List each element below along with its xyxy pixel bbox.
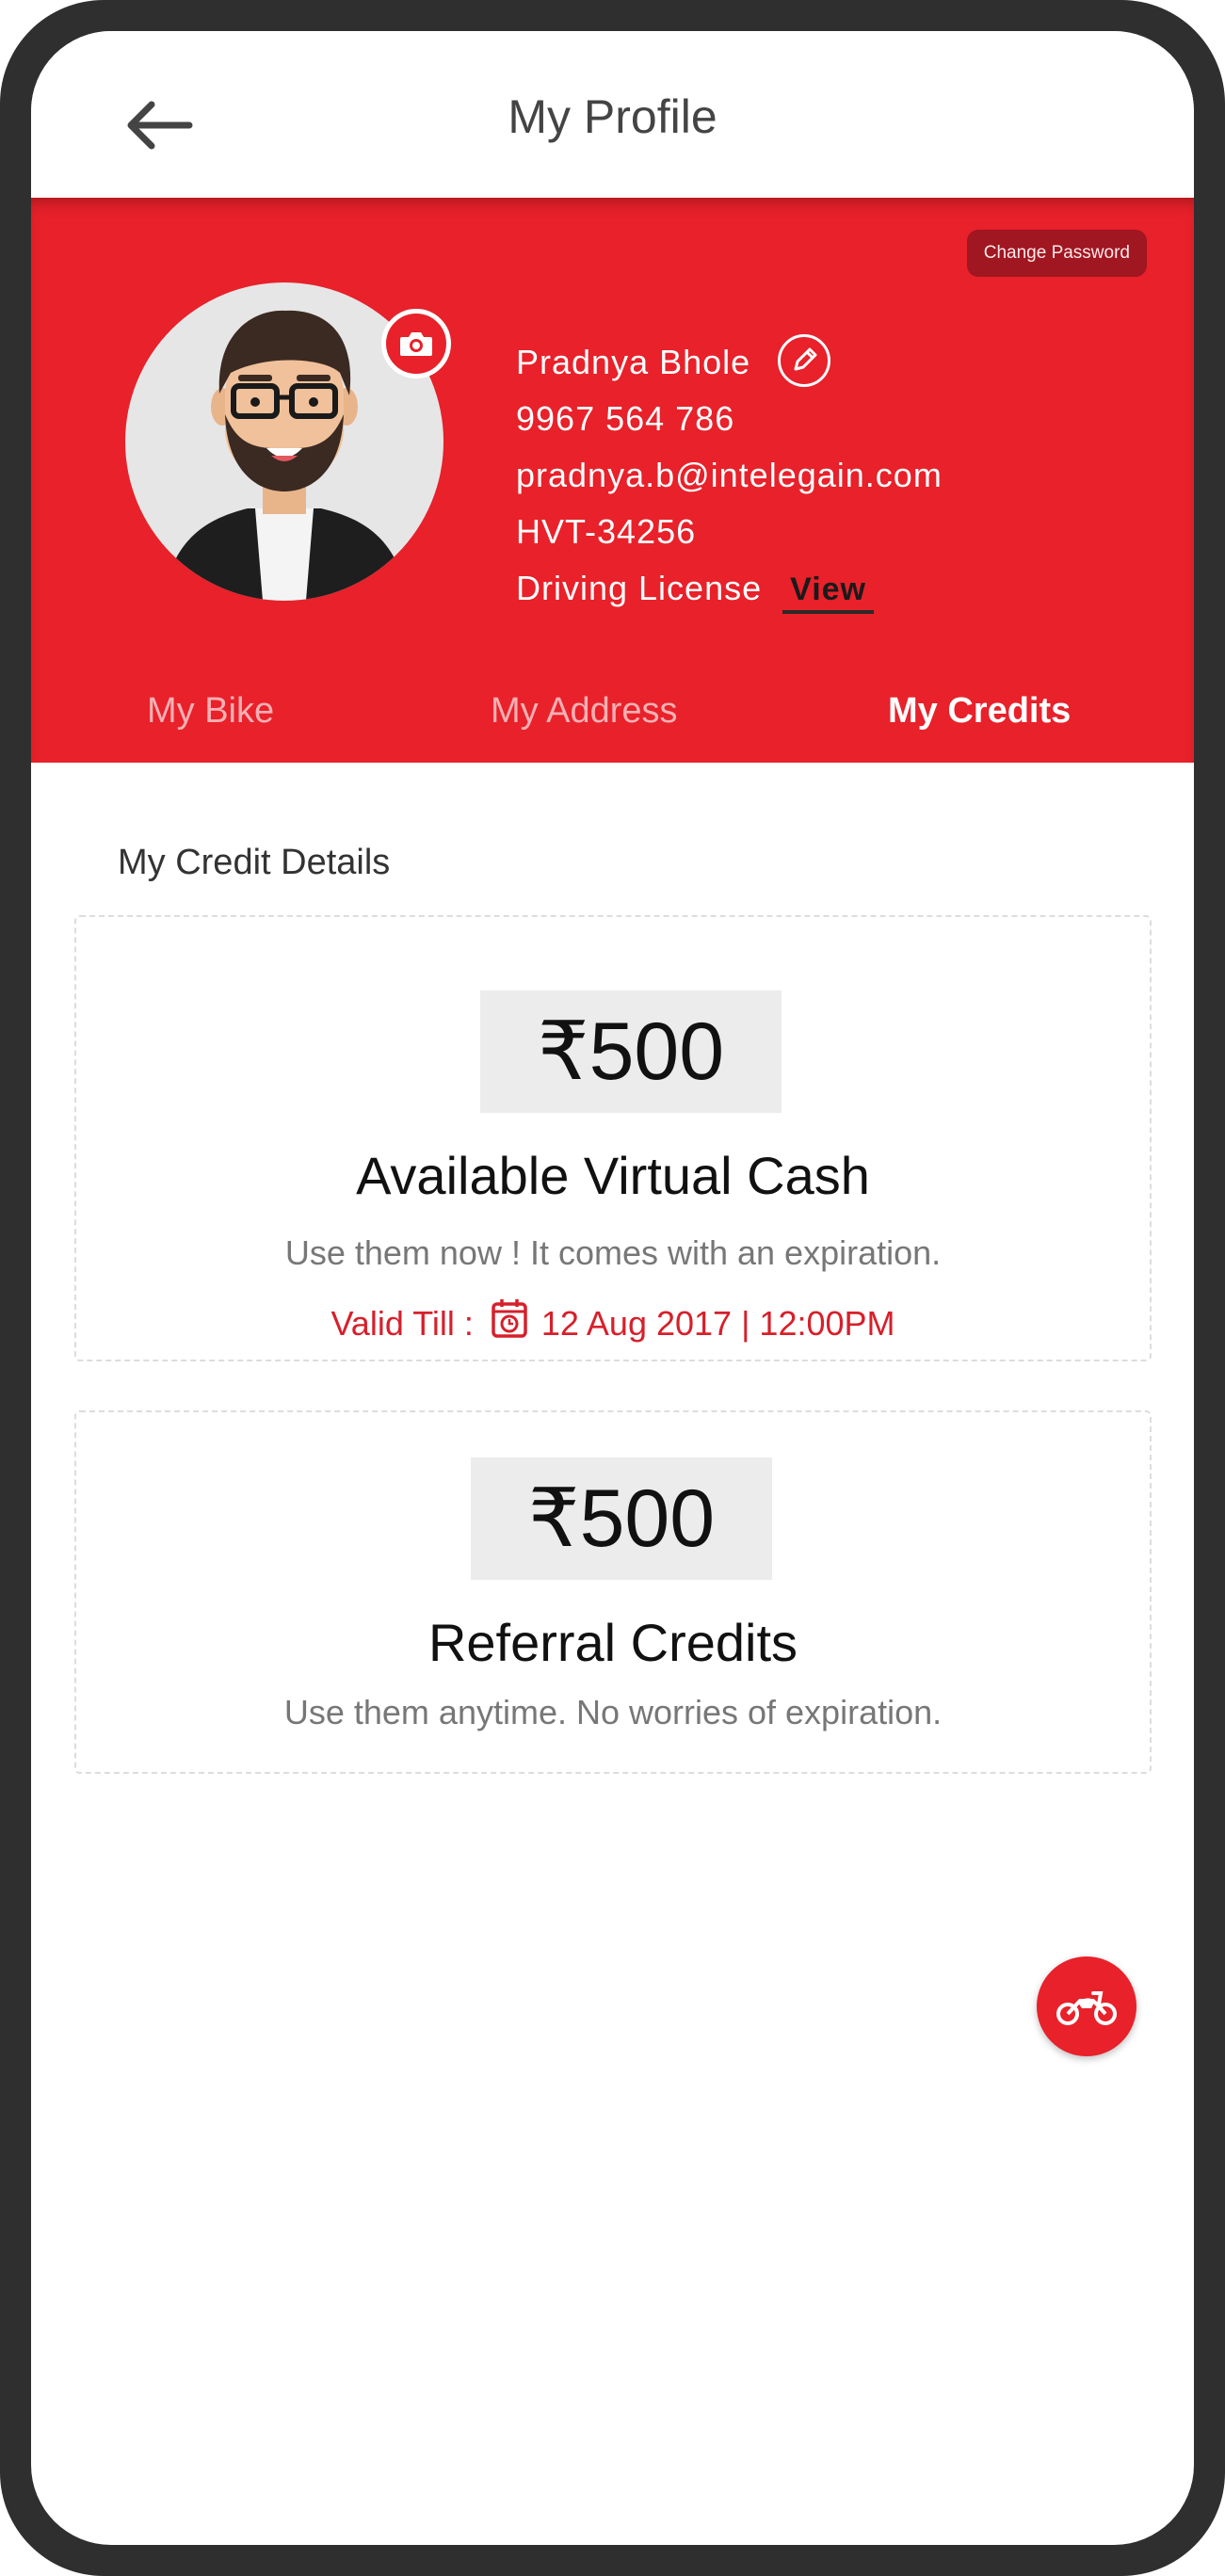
- virtual-cash-title: Available Virtual Cash: [356, 1146, 870, 1205]
- profile-header: Change Password Pradnya Bhole 9967 564 7…: [31, 198, 1194, 763]
- top-bar: My Profile: [31, 31, 1194, 198]
- virtual-cash-subtitle: Use them now ! It comes with an expirati…: [284, 1233, 942, 1272]
- virtual-cash-card: ₹500 Available Virtual Cash Use them now…: [74, 915, 1152, 1361]
- bike-fab-button[interactable]: [1037, 1956, 1136, 2056]
- valid-till-row: Valid Till : 12 Aug 2017 | 12:00PM: [76, 1299, 1150, 1351]
- pencil-icon: [794, 347, 817, 371]
- avatar-container: [125, 282, 451, 601]
- profile-id: HVT-34256: [516, 512, 697, 551]
- profile-phone: 9967 564 786: [516, 399, 735, 438]
- motorbike-icon: [1056, 1991, 1117, 2025]
- section-title: My Credit Details: [118, 843, 391, 882]
- driving-license-row: Driving License View: [516, 560, 943, 617]
- tab-my-bike[interactable]: My Bike: [147, 691, 274, 732]
- referral-subtitle: Use them anytime. No worries of expirati…: [283, 1693, 943, 1731]
- referral-amount: ₹500: [471, 1457, 772, 1580]
- edit-profile-button[interactable]: [778, 334, 831, 388]
- calendar-icon: [491, 1297, 528, 1347]
- profile-email: pradnya.b@intelegain.com: [516, 456, 943, 494]
- virtual-cash-amount: ₹500: [480, 990, 782, 1113]
- page-title: My Profile: [508, 90, 717, 143]
- camera-icon: [400, 332, 432, 356]
- profile-tabs: My Bike My Address My Credits: [31, 691, 1194, 763]
- profile-info: Pradnya Bhole 9967 564 786 pradnya.b@int…: [516, 334, 943, 617]
- change-password-button[interactable]: Change Password: [966, 230, 1147, 277]
- referral-title: Referral Credits: [427, 1613, 798, 1672]
- profile-name-row: Pradnya Bhole: [516, 334, 943, 391]
- phone-frame: My Profile Change Password Pradnya Bhole…: [0, 0, 1225, 2576]
- tab-my-address[interactable]: My Address: [491, 691, 678, 732]
- profile-name: Pradnya Bhole: [516, 343, 751, 381]
- driving-license-label: Driving License: [516, 569, 763, 607]
- view-license-link[interactable]: View: [782, 569, 874, 614]
- app-screen: My Profile Change Password Pradnya Bhole…: [31, 31, 1194, 2545]
- valid-till-label: Valid Till :: [330, 1304, 474, 1344]
- valid-till-date: 12 Aug 2017 | 12:00PM: [540, 1304, 895, 1344]
- referral-credits-card: ₹500 Referral Credits Use them anytime. …: [74, 1410, 1152, 1774]
- change-photo-button[interactable]: [381, 309, 451, 378]
- tab-my-credits[interactable]: My Credits: [888, 691, 1071, 732]
